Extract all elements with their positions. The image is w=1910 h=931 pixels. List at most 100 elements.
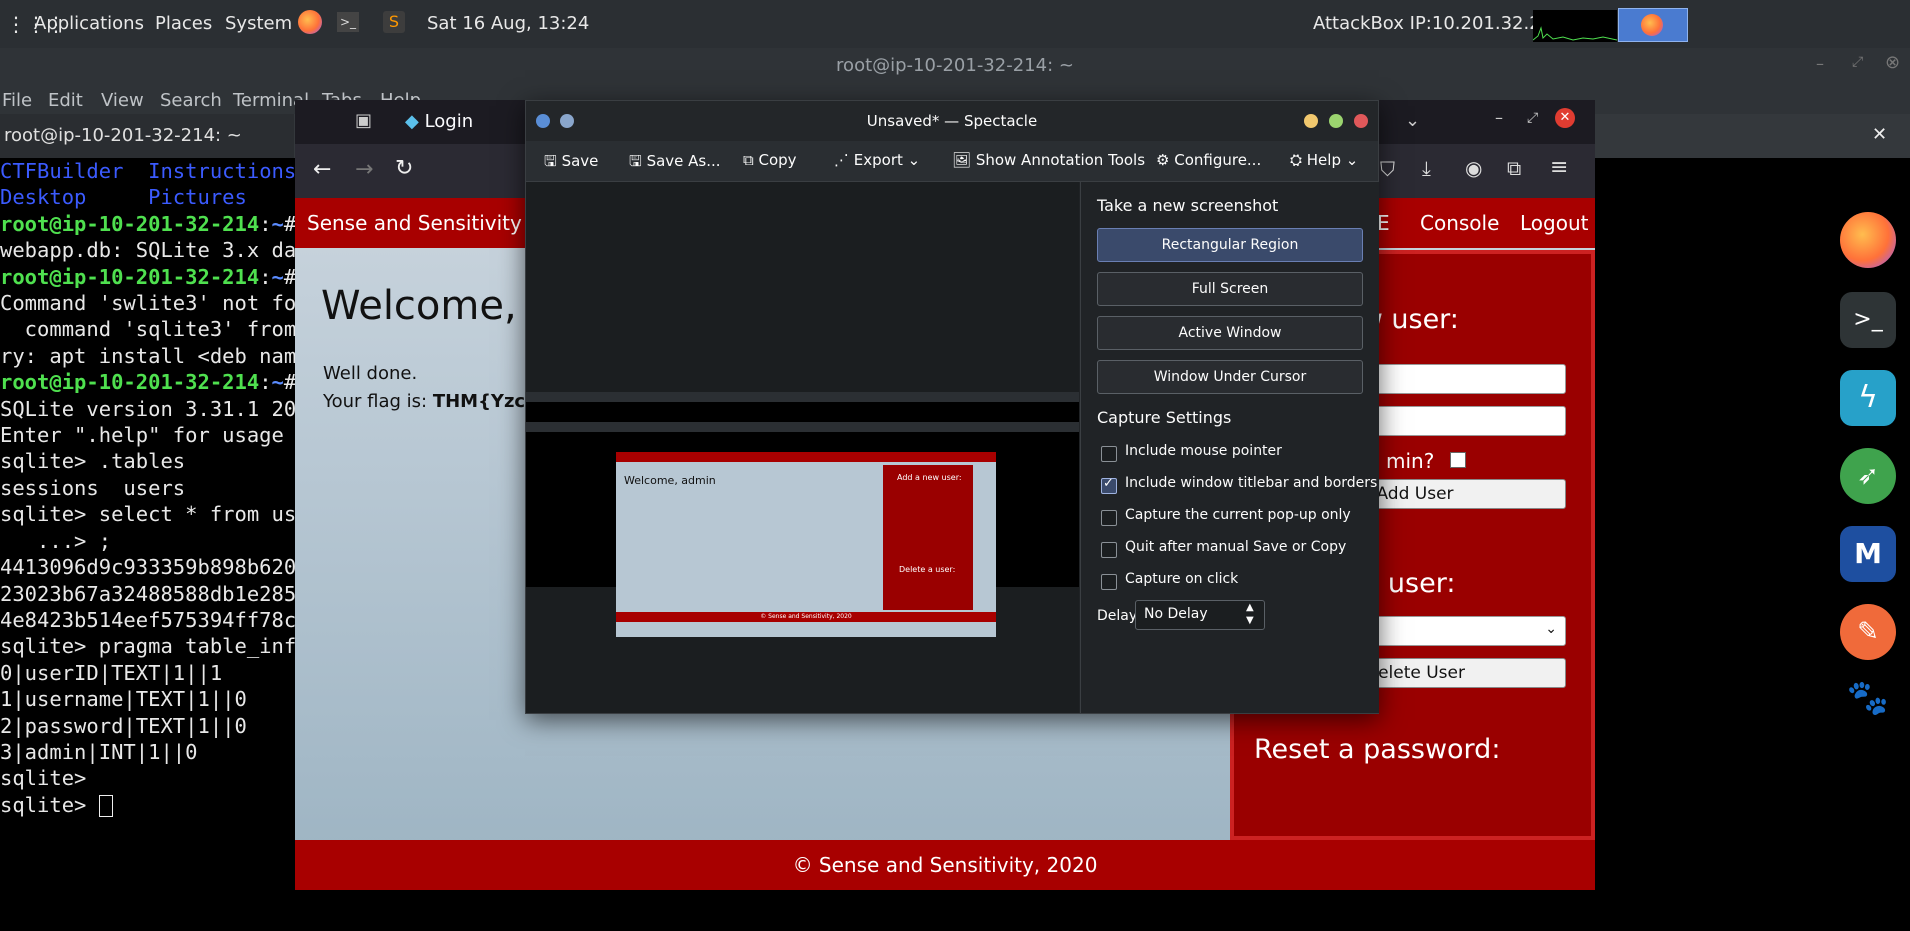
term-menu-file[interactable]: File	[2, 90, 32, 111]
site-brand[interactable]: Sense and Sensitivity	[307, 211, 522, 235]
flag-label: Your flag is:	[323, 391, 428, 412]
capture-settings-heading: Capture Settings	[1097, 408, 1232, 427]
menu-places[interactable]: Places	[155, 13, 212, 34]
tab-list-chevron-icon[interactable]: ⌄	[1405, 110, 1420, 131]
mode-rectangular-region[interactable]: Rectangular Region	[1097, 228, 1363, 262]
screenshot-preview[interactable]: Welcome, admin Add a new user: Delete a …	[526, 182, 1079, 713]
annotation-tools-button[interactable]: 🖼 Show Annotation Tools	[952, 151, 1145, 169]
mode-window-under-cursor[interactable]: Window Under Cursor	[1097, 360, 1363, 394]
export-label: Export	[853, 151, 903, 169]
save-button[interactable]: 🖫 Save	[544, 151, 598, 176]
spin-arrows-icon[interactable]: ▲ ▼	[1246, 601, 1254, 627]
menu-system[interactable]: System	[225, 13, 292, 34]
forward-arrow-icon[interactable]: →	[355, 157, 373, 182]
extensions-icon[interactable]: ⧉	[1507, 156, 1521, 180]
nav-logout[interactable]: Logout	[1520, 211, 1588, 235]
terminal-text: 4413096d9c933359b898b6202	[0, 555, 300, 580]
chk-popup-only-label: Capture the current pop-up only	[1125, 507, 1351, 523]
nav-console[interactable]: Console	[1420, 211, 1499, 235]
dock-zap-icon[interactable]: ϟ	[1840, 370, 1896, 426]
terminal-output[interactable]: CTFBuilder Instructions Desktop Pictures r…	[0, 158, 300, 931]
spectacle-sidebar: Take a new screenshot Rectangular Region…	[1080, 182, 1379, 713]
reload-icon[interactable]: ↻	[395, 156, 413, 181]
mode-active-window[interactable]: Active Window	[1097, 316, 1363, 350]
terminal-text: sqlite> pragma table_info	[0, 634, 300, 659]
terminal-tab[interactable]: root@ip-10-201-32-214: ~	[0, 114, 294, 158]
browser-maximize-icon[interactable]: ⤢	[1527, 110, 1538, 126]
chk-capture-on-click[interactable]	[1101, 574, 1117, 590]
well-done-text: Well done.	[323, 363, 418, 384]
dock-firefox-icon[interactable]	[1840, 212, 1896, 268]
admin-checkbox[interactable]	[1450, 452, 1466, 468]
terminal-tab-close-icon[interactable]: ✕	[1872, 124, 1887, 145]
dock-burp-icon[interactable]: ✎	[1840, 604, 1896, 660]
delay-spinbox[interactable]: No Delay ▲ ▼	[1135, 600, 1265, 630]
dock-terminal-icon[interactable]: >_	[1840, 292, 1896, 348]
copy-label: Copy	[758, 151, 797, 169]
account-icon[interactable]: ◉	[1465, 156, 1482, 180]
app-menu-icon[interactable]: ≡	[1550, 155, 1568, 180]
chk-quit-after-save[interactable]	[1101, 542, 1117, 558]
sublime-launcher-icon[interactable]: S	[383, 11, 405, 33]
cpu-graph-icon	[1532, 26, 1618, 41]
dock-rocket-icon[interactable]: ➶	[1840, 448, 1896, 504]
term-menu-edit[interactable]: Edit	[48, 90, 83, 111]
chk-popup-only[interactable]	[1101, 510, 1117, 526]
terminal-line: root@ip-10-201-32-214:~#	[0, 211, 300, 237]
terminal-maximize-icon[interactable]: ⤢	[1852, 54, 1863, 70]
export-button[interactable]: ⋰ Export ⌄	[834, 151, 920, 169]
export-chevron-down-icon: ⌄	[902, 151, 921, 169]
spectacle-maximize-icon[interactable]	[1329, 114, 1343, 128]
configure-button[interactable]: ⚙ Configure...	[1156, 151, 1261, 169]
terminal-line: Enter ".help" for usage h	[0, 422, 300, 448]
terminal-minimize-icon[interactable]: –	[1816, 54, 1824, 73]
menu-applications[interactable]: Applications	[34, 13, 144, 34]
terminal-titlebar: root@ip-10-201-32-214: ~	[0, 48, 1910, 84]
terminal-text: 1|username|TEXT|1||0	[0, 687, 247, 712]
spectacle-title: Unsaved* — Spectacle	[866, 112, 1038, 130]
spectacle-close-icon[interactable]	[1354, 114, 1368, 128]
dock-hydra-icon[interactable]: 🐾	[1840, 670, 1896, 726]
spectacle-minimize-icon[interactable]	[1304, 114, 1318, 128]
browser-tab-login[interactable]: ◆ Login	[405, 106, 525, 138]
terminal-text: 4e8423b514eef575394ff78ca	[0, 607, 300, 632]
save-as-button[interactable]: 🖫 Save As...	[629, 151, 721, 176]
pocket-icon[interactable]: ⛉	[1380, 157, 1395, 181]
preview-footer: © Sense and Sensitivity, 2020	[616, 612, 996, 622]
term-menu-search[interactable]: Search	[160, 90, 222, 111]
terminal-text: root@ip-10-201-32-214	[0, 211, 260, 236]
terminal-text: ~	[271, 211, 284, 236]
terminal-launcher-icon[interactable]: >_	[337, 12, 359, 32]
terminal-line: ...> ;	[0, 528, 300, 554]
downloads-icon[interactable]: ⤓	[1422, 156, 1431, 180]
back-arrow-icon[interactable]: ←	[313, 157, 331, 182]
term-menu-view[interactable]: View	[101, 90, 144, 111]
terminal-text: :	[259, 264, 272, 289]
browser-minimize-icon[interactable]: –	[1495, 108, 1503, 127]
terminal-text: sqlite>	[0, 792, 99, 817]
terminal-text: Pictures	[148, 185, 247, 210]
terminal-text: sqlite>	[0, 766, 87, 791]
dock-metasploit-icon[interactable]: M	[1840, 526, 1896, 582]
terminal-line: SQLite version 3.31.1 202	[0, 396, 300, 422]
taskbar-firefox-window[interactable]	[1618, 8, 1688, 42]
site-footer: © Sense and Sensitivity, 2020	[295, 840, 1595, 890]
terminal-text: root@ip-10-201-32-214	[0, 370, 260, 395]
preview-taskbar	[526, 392, 1079, 402]
copy-button[interactable]: ⧉ Copy	[743, 151, 797, 169]
pin-icon[interactable]	[560, 114, 574, 128]
mode-full-screen[interactable]: Full Screen	[1097, 272, 1363, 306]
terminal-line: sqlite> select * from use	[0, 501, 300, 527]
help-button[interactable]: ⛭ Help ⌄	[1290, 151, 1358, 169]
take-new-heading: Take a new screenshot	[1097, 196, 1279, 215]
chk-mouse-pointer[interactable]	[1101, 446, 1117, 462]
chk-titlebar-borders[interactable]: ✓	[1101, 476, 1117, 494]
terminal-text: 2|password|TEXT|1||0	[0, 713, 247, 738]
window-menu-icon[interactable]	[536, 114, 550, 128]
tab-overview-icon[interactable]: ▣	[355, 110, 372, 131]
firefox-launcher-icon[interactable]	[298, 10, 322, 34]
terminal-close-icon[interactable]: ⊗	[1885, 52, 1900, 73]
terminal-line: 23023b67a32488588db1e2857	[0, 581, 300, 607]
attackbox-ip: AttackBox IP:10.201.32.214	[1313, 13, 1564, 34]
browser-close-icon[interactable]: ✕	[1555, 108, 1575, 128]
